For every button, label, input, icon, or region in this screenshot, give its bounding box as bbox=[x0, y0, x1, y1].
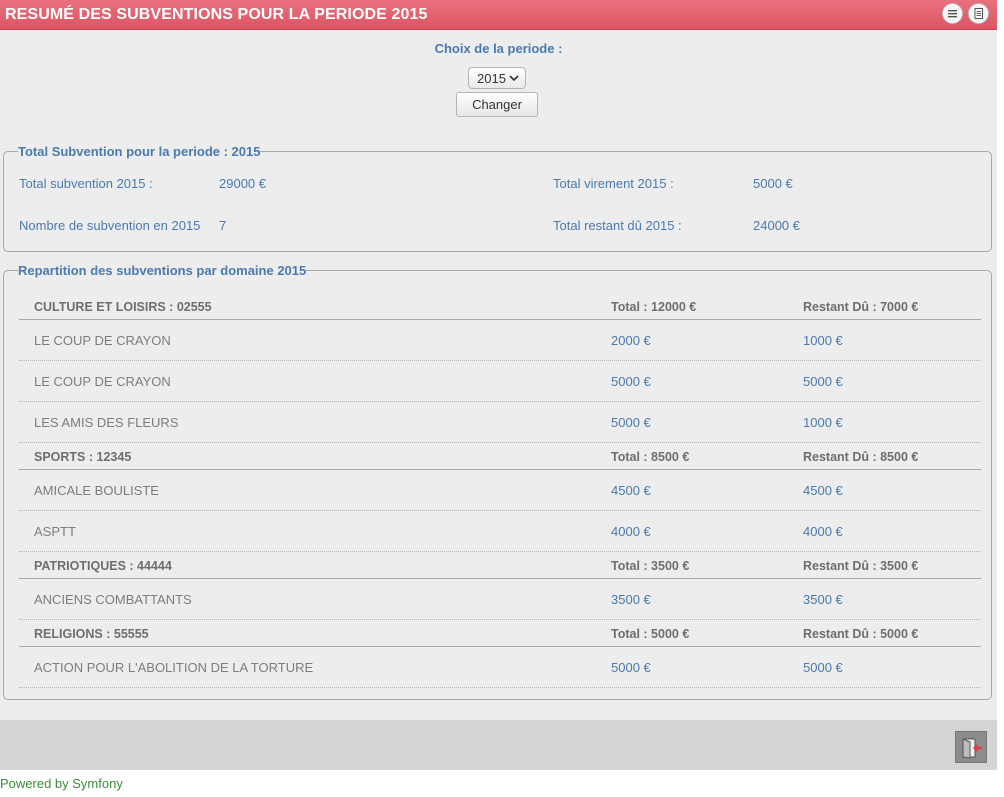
association-name: LE COUP DE CRAYON bbox=[34, 333, 171, 348]
repartition-table: CULTURE ET LOISIRS : 02555 Total : 12000… bbox=[19, 293, 981, 688]
changer-button[interactable]: Changer bbox=[456, 92, 538, 117]
summary-fieldset: Total Subvention pour la periode : 2015 bbox=[3, 144, 992, 252]
domain-restant: Restant Dû : 3500 € bbox=[803, 559, 919, 573]
subvention-due: 1000 € bbox=[803, 415, 843, 430]
menu-icon[interactable] bbox=[942, 3, 963, 24]
subvention-row: ACTION POUR L'ABOLITION DE LA TORTURE 50… bbox=[19, 647, 981, 688]
total-subvention-value: 29000 € bbox=[219, 176, 266, 191]
total-virement-label: Total virement 2015 : bbox=[553, 176, 674, 191]
subvention-due: 4500 € bbox=[803, 483, 843, 498]
domain-restant: Restant Dû : 8500 € bbox=[803, 450, 919, 464]
subvention-row: ASPTT 4000 € 4000 € bbox=[19, 511, 981, 552]
subvention-row: LES AMIS DES FLEURS 5000 € 1000 € bbox=[19, 402, 981, 443]
domain-name: SPORTS : 12345 bbox=[34, 450, 132, 464]
subvention-row: LE COUP DE CRAYON 2000 € 1000 € bbox=[19, 320, 981, 361]
subvention-due: 4000 € bbox=[803, 524, 843, 539]
total-restant-label: Total restant dû 2015 : bbox=[553, 218, 682, 233]
total-subvention-label: Total subvention 2015 : bbox=[19, 176, 153, 191]
domain-total: Total : 5000 € bbox=[611, 627, 690, 641]
association-name: LE COUP DE CRAYON bbox=[34, 374, 171, 389]
document-icon[interactable] bbox=[968, 3, 989, 24]
logout-icon bbox=[962, 738, 982, 759]
subvention-amount: 5000 € bbox=[611, 660, 651, 675]
subvention-row: ANCIENS COMBATTANTS 3500 € 3500 € bbox=[19, 579, 981, 620]
subvention-amount: 5000 € bbox=[611, 374, 651, 389]
summary-legend: Total Subvention pour la periode : 2015 bbox=[18, 144, 261, 159]
domain-restant: Restant Dû : 7000 € bbox=[803, 300, 919, 314]
total-restant-value: 24000 € bbox=[753, 218, 800, 233]
subvention-row: AMICALE BOULISTE 4500 € 4500 € bbox=[19, 470, 981, 511]
subvention-amount: 3500 € bbox=[611, 592, 651, 607]
association-name: LES AMIS DES FLEURS bbox=[34, 415, 179, 430]
repartition-legend: Repartition des subventions par domaine … bbox=[18, 263, 307, 278]
main-panel: RESUMÉ DES SUBVENTIONS POUR LA PERIODE 2… bbox=[0, 0, 997, 770]
domain-header-row: CULTURE ET LOISIRS : 02555 Total : 12000… bbox=[19, 293, 981, 320]
subvention-amount: 4000 € bbox=[611, 524, 651, 539]
subvention-due: 5000 € bbox=[803, 374, 843, 389]
period-label: Choix de la periode : bbox=[434, 41, 563, 56]
domain-name: CULTURE ET LOISIRS : 02555 bbox=[34, 300, 212, 314]
subvention-amount: 5000 € bbox=[611, 415, 651, 430]
association-name: AMICALE BOULISTE bbox=[34, 483, 159, 498]
subvention-due: 5000 € bbox=[803, 660, 843, 675]
domain-header-row: SPORTS : 12345 Total : 8500 € Restant Dû… bbox=[19, 443, 981, 470]
domain-total: Total : 12000 € bbox=[611, 300, 697, 314]
subvention-amount: 2000 € bbox=[611, 333, 651, 348]
chevron-down-icon bbox=[509, 75, 519, 82]
domain-total: Total : 3500 € bbox=[611, 559, 690, 573]
subvention-due: 1000 € bbox=[803, 333, 843, 348]
year-select[interactable]: 2015 bbox=[468, 67, 526, 89]
association-name: ASPTT bbox=[34, 524, 76, 539]
domain-header-row: RELIGIONS : 55555 Total : 5000 € Restant… bbox=[19, 620, 981, 647]
domain-restant: Restant Dû : 5000 € bbox=[803, 627, 919, 641]
association-name: ANCIENS COMBATTANTS bbox=[34, 592, 192, 607]
logout-button[interactable] bbox=[955, 731, 987, 763]
year-select-value: 2015 bbox=[477, 71, 506, 86]
subvention-due: 3500 € bbox=[803, 592, 843, 607]
title-bar: RESUMÉ DES SUBVENTIONS POUR LA PERIODE 2… bbox=[0, 0, 997, 30]
page-title: RESUMÉ DES SUBVENTIONS POUR LA PERIODE 2… bbox=[5, 6, 428, 23]
subvention-count-value: 7 bbox=[219, 218, 227, 233]
association-name: ACTION POUR L'ABOLITION DE LA TORTURE bbox=[34, 660, 314, 675]
domain-name: PATRIOTIQUES : 44444 bbox=[34, 559, 172, 573]
subvention-count-label: Nombre de subvention en 2015 bbox=[19, 218, 201, 233]
footer-bar bbox=[0, 720, 997, 770]
subvention-amount: 4500 € bbox=[611, 483, 651, 498]
domain-name: RELIGIONS : 55555 bbox=[34, 627, 149, 641]
total-virement-value: 5000 € bbox=[753, 176, 793, 191]
domain-header-row: PATRIOTIQUES : 44444 Total : 3500 € Rest… bbox=[19, 552, 981, 579]
page-edge bbox=[997, 0, 1004, 770]
domain-total: Total : 8500 € bbox=[611, 450, 690, 464]
powered-by-link[interactable]: Powered by Symfony bbox=[0, 776, 123, 791]
subvention-row: LE COUP DE CRAYON 5000 € 5000 € bbox=[19, 361, 981, 402]
